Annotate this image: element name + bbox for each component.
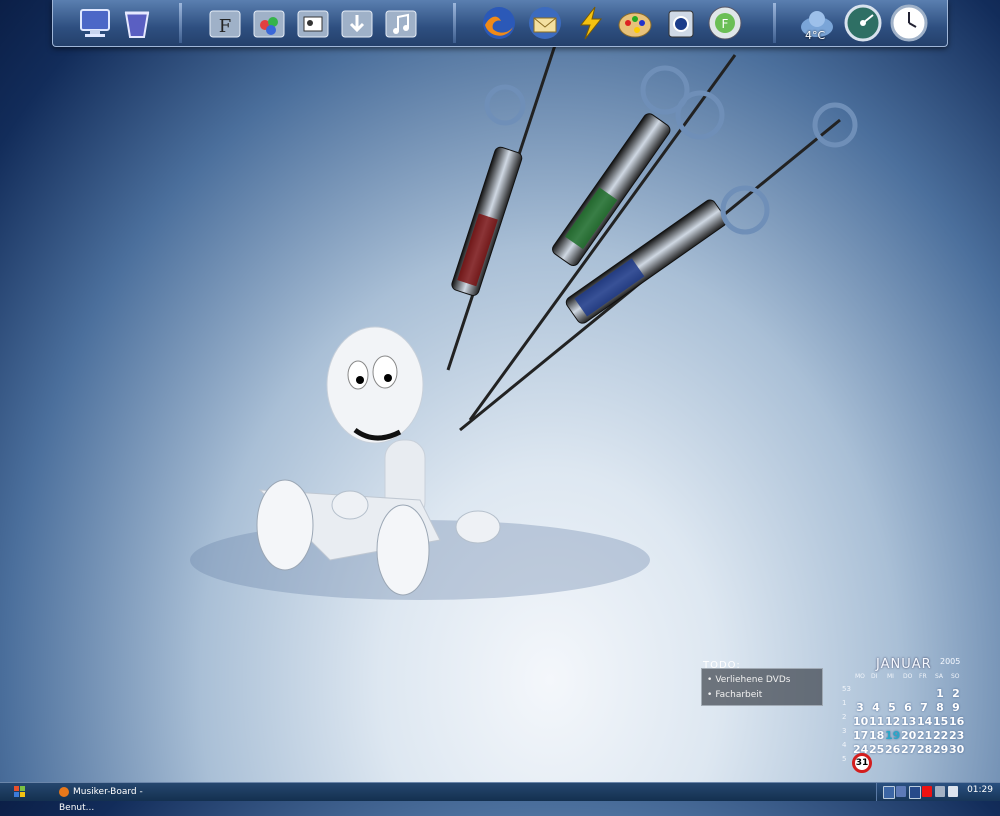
calendar-week-number: 2	[842, 713, 847, 721]
calendar-day[interactable]: 20	[901, 729, 916, 742]
network-icon[interactable]	[883, 786, 895, 799]
calendar-day[interactable]: 5	[885, 701, 899, 714]
todo-widget: Verliehene DVDs Facharbeit	[701, 668, 823, 706]
svg-text:F: F	[722, 17, 729, 31]
start-button[interactable]	[0, 783, 38, 801]
winamp-icon[interactable]	[571, 3, 611, 43]
calendar-year: 2005	[940, 657, 961, 666]
calendar-widget: JANUAR 2005 MO DI MI DO FR SA SO 53 1 2 1 3 4 5 6 7 8 9 2 1…	[842, 655, 964, 775]
calendar-day[interactable]: 27	[901, 743, 916, 756]
calendar-day[interactable]: 8	[933, 701, 947, 714]
calendar-week-number: 1	[842, 699, 847, 707]
calendar-week-number: 4	[842, 741, 847, 749]
calendar-weekday: SO	[951, 673, 960, 680]
camera-icon[interactable]	[661, 3, 701, 43]
calendar-weekday: MO	[855, 673, 865, 680]
calendar-weekday: MI	[887, 673, 894, 680]
monitor-icon[interactable]	[75, 3, 115, 43]
paint-folder-icon[interactable]	[249, 3, 289, 43]
calendar-day[interactable]: 26	[885, 743, 900, 756]
calendar-day[interactable]: 17	[853, 729, 868, 742]
calendar-day[interactable]: 9	[949, 701, 963, 714]
calendar-day[interactable]: 28	[917, 743, 932, 756]
system-tray: 01:29	[876, 783, 1000, 801]
calendar-day[interactable]: 29	[933, 743, 948, 756]
calendar-day[interactable]: 18	[869, 729, 884, 742]
todo-item[interactable]: Verliehene DVDs	[707, 675, 790, 685]
calendar-weekday: DI	[871, 673, 878, 680]
calendar-day[interactable]: 22	[933, 729, 948, 742]
taskbar-clock: 01:29	[967, 785, 993, 795]
feedreader-icon[interactable]: F	[705, 3, 745, 43]
calendar-current-day[interactable]: 31	[852, 753, 872, 773]
dock-bar: F F 4°C	[52, 0, 948, 47]
calendar-day[interactable]: 15	[933, 715, 948, 728]
pictures-folder-icon[interactable]	[293, 3, 333, 43]
calendar-day[interactable]: 21	[917, 729, 932, 742]
calendar-day[interactable]: 13	[901, 715, 916, 728]
palette-icon[interactable]	[615, 3, 655, 43]
music-folder-icon[interactable]	[381, 3, 421, 43]
recycle-bin-icon[interactable]	[117, 3, 157, 43]
weather-temperature-label: 4°C	[805, 29, 826, 42]
downloads-folder-icon[interactable]	[337, 3, 377, 43]
calendar-day[interactable]: 16	[949, 715, 964, 728]
close-x-icon[interactable]	[922, 786, 932, 797]
calendar-weekday: FR	[919, 673, 927, 680]
taskbar-item-musiker-board[interactable]: Musiker-Board - Benut...	[59, 784, 177, 813]
calendar-day[interactable]: 10	[853, 715, 868, 728]
speaker-icon[interactable]	[935, 786, 945, 797]
windows-logo-icon	[14, 786, 25, 797]
screen-icon[interactable]	[896, 786, 906, 797]
calendar-day[interactable]: 1	[933, 687, 947, 700]
calendar-day[interactable]: 19	[885, 729, 900, 742]
calendar-month: JANUAR	[876, 657, 932, 672]
calendar-day[interactable]: 14	[917, 715, 932, 728]
calendar-day[interactable]: 4	[869, 701, 883, 714]
calendar-day[interactable]: 2	[949, 687, 963, 700]
calendar-day[interactable]: 6	[901, 701, 915, 714]
taskbar-item-label: Musiker-Board - Benut...	[59, 787, 143, 813]
calendar-day[interactable]: 3	[853, 701, 867, 714]
calendar-day[interactable]: 11	[869, 715, 884, 728]
calendar-day[interactable]: 25	[869, 743, 884, 756]
calendar-week-number: 53	[842, 685, 851, 693]
svg-text:F: F	[219, 16, 232, 37]
taskbar: Musiker-Board - Benut... 01:29	[0, 782, 1000, 813]
calendar-weekday: SA	[935, 673, 944, 680]
clock-icon[interactable]	[889, 3, 929, 43]
gauge-icon[interactable]	[843, 3, 883, 43]
firefox-icon[interactable]	[479, 3, 519, 43]
calendar-weekday: DO	[903, 673, 913, 680]
calendar-day[interactable]: 12	[885, 715, 900, 728]
thunderbird-icon[interactable]	[525, 3, 565, 43]
weather-icon[interactable]: 4°C	[797, 3, 837, 43]
calendar-week-number: 3	[842, 727, 847, 735]
calendar-week-number: 5	[842, 755, 847, 763]
calendar-day[interactable]: 7	[917, 701, 931, 714]
fonts-folder-icon[interactable]: F	[205, 3, 245, 43]
firefox-icon	[59, 786, 69, 797]
document-icon[interactable]	[948, 786, 958, 797]
calendar-day[interactable]: 23	[949, 729, 964, 742]
shield-icon[interactable]	[909, 786, 921, 799]
todo-item[interactable]: Facharbeit	[707, 690, 762, 700]
calendar-day[interactable]: 30	[949, 743, 964, 756]
